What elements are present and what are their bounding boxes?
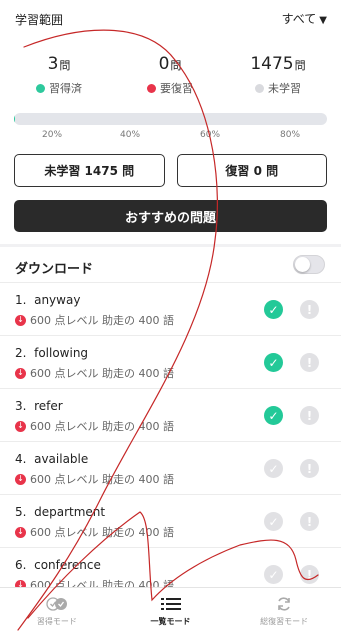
- arrow-down-icon: ↓: [15, 473, 26, 485]
- stat-learned-value: 3: [47, 54, 59, 74]
- exclamation-icon[interactable]: !: [300, 353, 319, 372]
- study-buttons: 未学習 1475 問 復習 0 問: [14, 154, 327, 187]
- check-icon[interactable]: ✓: [264, 565, 283, 584]
- scope-filter-dropdown[interactable]: すべて ▼: [282, 10, 327, 27]
- exclamation-icon[interactable]: !: [300, 459, 319, 478]
- exclamation-icon[interactable]: !: [300, 512, 319, 531]
- list-item[interactable]: 4. available ↓ 600 点レベル 助走の 400 語 ✓ !: [0, 442, 341, 495]
- tab-list-mode[interactable]: 一覧モード: [114, 588, 228, 633]
- top-header: 学習範囲 すべて ▼: [0, 0, 341, 36]
- review-dot-icon: [147, 83, 156, 93]
- page-title: 学習範囲: [15, 13, 64, 27]
- word-list: 1. anyway ↓ 600 点レベル 助走の 400 語 ✓ ! 2. fol…: [0, 283, 341, 601]
- progress-ticks: 20% 40% 60% 80%: [0, 130, 341, 142]
- refresh-icon: [276, 595, 292, 613]
- word-text: 4. available: [15, 452, 89, 466]
- progress-tick: 60%: [199, 130, 221, 140]
- recommended-button[interactable]: おすすめの問題: [14, 200, 327, 232]
- learned-dot-icon: [36, 83, 45, 93]
- list-item[interactable]: 2. following ↓ 600 点レベル 助走の 400 語 ✓ !: [0, 336, 341, 389]
- stat-learned-label: 習得済: [49, 82, 82, 95]
- stat-review: 0問 要復習: [115, 54, 225, 96]
- check-icon[interactable]: ✓: [264, 512, 283, 531]
- stat-unlearned-unit: 問: [294, 59, 306, 72]
- word-text: 5. department: [15, 505, 106, 519]
- word-meta: ↓ 600 点レベル 助走の 400 語: [15, 312, 174, 328]
- double-check-icon: [46, 595, 68, 613]
- caret-down-icon: ▼: [319, 15, 327, 26]
- stat-review-unit: 問: [170, 59, 182, 72]
- progress-tick: 40%: [119, 130, 141, 140]
- exclamation-icon[interactable]: !: [300, 565, 319, 584]
- toggle-knob: [295, 257, 310, 272]
- tab-review-mode[interactable]: 総復習モード: [227, 588, 341, 633]
- check-icon[interactable]: ✓: [264, 353, 283, 372]
- list-item[interactable]: 5. department ↓ 600 点レベル 助走の 400 語 ✓ !: [0, 495, 341, 548]
- stat-learned-unit: 問: [59, 59, 71, 72]
- tab-list-label: 一覧モード: [150, 617, 191, 626]
- word-text: 2. following: [15, 346, 89, 360]
- progress-bar: [14, 113, 327, 125]
- filter-label: すべて: [281, 12, 317, 26]
- exclamation-icon[interactable]: !: [300, 406, 319, 425]
- word-text: 6. conference: [15, 558, 101, 572]
- word-meta: ↓ 600 点レベル 助走の 400 語: [15, 365, 174, 381]
- download-label: ダウンロード: [15, 262, 94, 277]
- check-icon[interactable]: ✓: [264, 406, 283, 425]
- stat-unlearned-label: 未学習: [268, 82, 301, 95]
- download-toggle[interactable]: [293, 255, 325, 274]
- tab-study-label: 習得モード: [36, 617, 77, 626]
- download-row: ダウンロード: [0, 247, 341, 283]
- arrow-down-icon: ↓: [15, 526, 26, 538]
- stat-unlearned-value: 1475: [250, 54, 294, 74]
- word-text: 1. anyway: [15, 293, 81, 307]
- word-meta: ↓ 600 点レベル 助走の 400 語: [15, 418, 174, 434]
- review-button[interactable]: 復習 0 問: [176, 154, 327, 187]
- unlearned-button[interactable]: 未学習 1475 問: [14, 154, 165, 187]
- check-icon[interactable]: ✓: [264, 459, 283, 478]
- tab-review-label: 総復習モード: [260, 617, 309, 626]
- tab-study-mode[interactable]: 習得モード: [0, 588, 114, 633]
- unlearned-dot-icon: [255, 83, 264, 93]
- arrow-down-icon: ↓: [15, 367, 26, 379]
- stats-summary: 3問 習得済 0問 要復習 1475問 未学習: [0, 54, 341, 104]
- check-icon[interactable]: ✓: [264, 300, 283, 319]
- stat-review-value: 0: [158, 54, 170, 74]
- list-item[interactable]: 1. anyway ↓ 600 点レベル 助走の 400 語 ✓ !: [0, 283, 341, 336]
- progress-tick: 20%: [41, 130, 63, 140]
- bottom-tab-bar: 習得モード 一覧モード 総復習モード: [0, 587, 341, 633]
- word-meta: ↓ 600 点レベル 助走の 400 語: [15, 471, 174, 487]
- arrow-down-icon: ↓: [15, 420, 26, 432]
- list-icon: [160, 595, 181, 613]
- stat-review-label: 要復習: [160, 82, 193, 95]
- arrow-down-icon: ↓: [15, 314, 26, 326]
- word-text: 3. refer: [15, 399, 63, 413]
- progress-bar-fill: [14, 113, 15, 125]
- progress-tick: 80%: [279, 130, 301, 140]
- list-item[interactable]: 3. refer ↓ 600 点レベル 助走の 400 語 ✓ !: [0, 389, 341, 442]
- stat-unlearned: 1475問 未学習: [223, 54, 333, 96]
- exclamation-icon[interactable]: !: [300, 300, 319, 319]
- word-meta: ↓ 600 点レベル 助走の 400 語: [15, 524, 174, 540]
- stat-learned: 3問 習得済: [4, 54, 114, 96]
